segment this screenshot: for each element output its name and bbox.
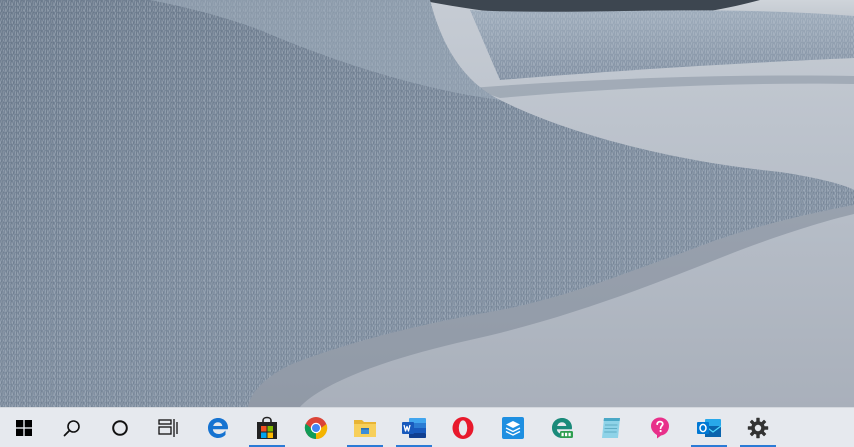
edge-dev-icon bbox=[552, 417, 573, 438]
gear-icon bbox=[747, 417, 769, 438]
store-bag-icon bbox=[257, 416, 277, 439]
tips-icon bbox=[651, 417, 669, 438]
notepad-icon bbox=[602, 417, 620, 438]
outlook-button[interactable] bbox=[689, 408, 729, 447]
search-icon bbox=[63, 419, 80, 436]
edge-button[interactable] bbox=[198, 408, 238, 447]
word-icon bbox=[402, 417, 426, 438]
taskbar bbox=[0, 407, 854, 447]
word-button[interactable] bbox=[394, 408, 434, 447]
file-explorer-button[interactable] bbox=[345, 408, 385, 447]
chrome-button[interactable] bbox=[296, 408, 336, 447]
notepad-button[interactable] bbox=[591, 408, 631, 447]
screen bbox=[0, 0, 854, 447]
stack-app-button[interactable] bbox=[493, 408, 533, 447]
settings-button[interactable] bbox=[738, 408, 778, 447]
cortana-ring-icon bbox=[112, 419, 128, 436]
opera-button[interactable] bbox=[443, 408, 483, 447]
opera-icon bbox=[452, 416, 474, 439]
desktop[interactable] bbox=[0, 0, 854, 407]
task-view-icon bbox=[158, 418, 178, 437]
edge-dev-button[interactable] bbox=[542, 408, 582, 447]
start-button[interactable] bbox=[4, 408, 44, 447]
wallpaper-image bbox=[0, 0, 854, 407]
task-view-button[interactable] bbox=[148, 408, 188, 447]
edge-icon bbox=[208, 417, 228, 438]
cortana-button[interactable] bbox=[100, 408, 140, 447]
stack-box-icon bbox=[502, 416, 524, 439]
folder-icon bbox=[354, 419, 376, 437]
search-button[interactable] bbox=[52, 408, 92, 447]
windows-logo-icon bbox=[16, 419, 32, 436]
outlook-icon bbox=[697, 418, 722, 437]
store-button[interactable] bbox=[247, 408, 287, 447]
tips-button[interactable] bbox=[640, 408, 680, 447]
chrome-icon bbox=[304, 416, 328, 439]
